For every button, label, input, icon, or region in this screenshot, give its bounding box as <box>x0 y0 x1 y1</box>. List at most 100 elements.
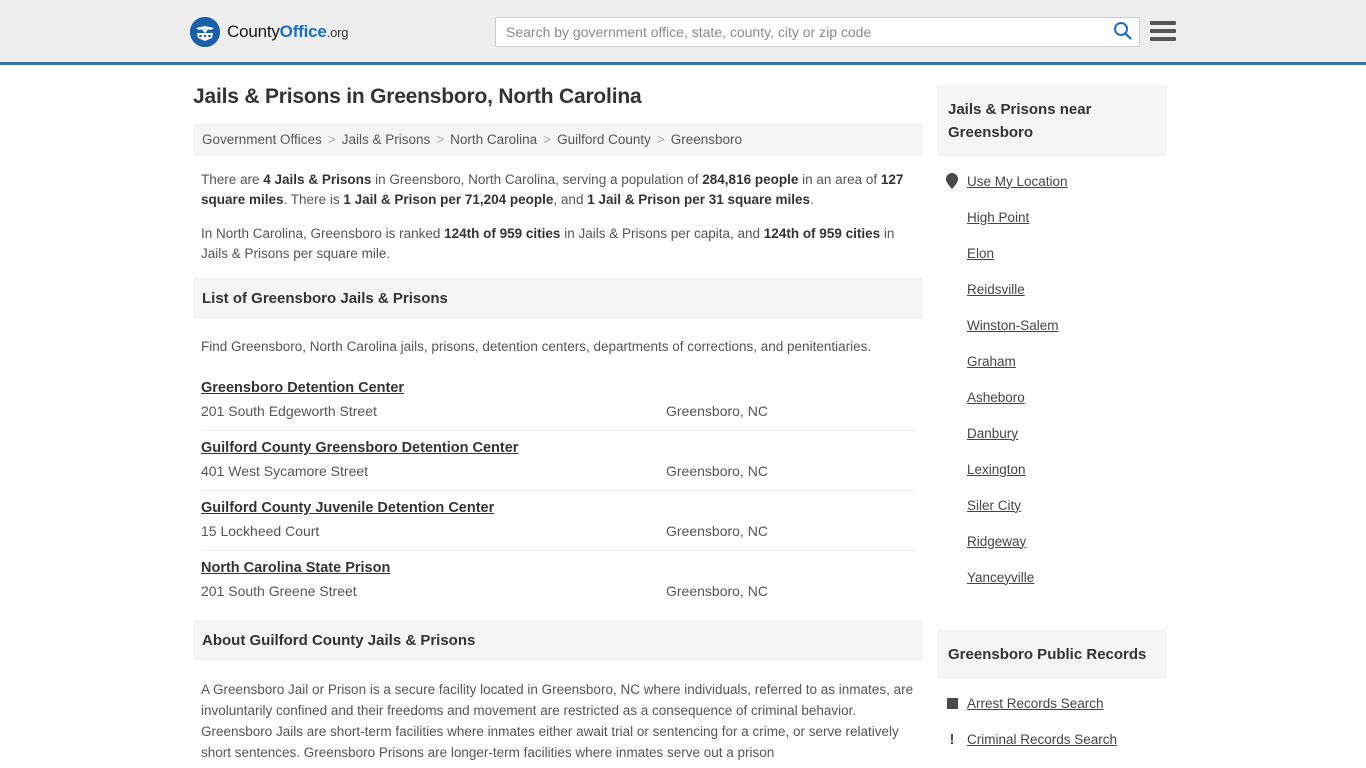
breadcrumb-link-government-offices[interactable]: Government Offices <box>202 132 322 147</box>
about-section-heading: About Guilford County Jails & Prisons <box>193 620 923 661</box>
sidebar-item-danbury[interactable]: Danbury <box>945 415 1167 451</box>
sidebar-item-label[interactable]: Lexington <box>967 462 1026 477</box>
site-logo-text: CountyOffice.org <box>227 22 348 42</box>
sidebar-item-label[interactable]: Asheboro <box>967 390 1025 405</box>
sidebar-item-ridgeway[interactable]: Ridgeway <box>945 523 1167 559</box>
stats-paragraph-1: There are 4 Jails & Prisons in Greensbor… <box>201 170 915 210</box>
sidebar-item-winston-salem[interactable]: Winston-Salem <box>945 307 1167 343</box>
sidebar-item-label[interactable]: Use My Location <box>967 174 1068 189</box>
listing-city: Greensboro, NC <box>666 463 768 479</box>
public-records-list: Arrest Records Search ! Criminal Records S… <box>937 679 1167 757</box>
sidebar-item-label[interactable]: Arrest Records Search <box>967 696 1104 711</box>
stats-p1-frag-2: in Greensboro, North Carolina, serving a… <box>371 172 703 187</box>
public-records-heading: Greensboro Public Records <box>937 630 1167 679</box>
sidebar: Jails & Prisons near Greensboro Use My L… <box>937 85 1167 757</box>
sidebar-item-siler-city[interactable]: Siler City <box>945 487 1167 523</box>
logo-text-org: .org <box>326 25 349 40</box>
listing-city: Greensboro, NC <box>666 403 768 419</box>
site-header: CountyOffice.org <box>0 0 1366 65</box>
hamburger-bar <box>1150 21 1176 25</box>
listing-detail-row: 15 Lockheed Court Greensboro, NC <box>201 523 915 539</box>
sidebar-item-graham[interactable]: Graham <box>945 343 1167 379</box>
stats-p2-frag-3: 124th of 959 cities <box>763 226 881 241</box>
sidebar-item-elon[interactable]: Elon <box>945 235 1167 271</box>
sidebar-item-label[interactable]: Elon <box>967 246 994 261</box>
map-pin-icon <box>945 173 959 189</box>
sidebar-item-use-my-location[interactable]: Use My Location <box>945 163 1167 199</box>
site-logo[interactable]: CountyOffice.org <box>190 17 348 47</box>
page-title: Jails & Prisons in Greensboro, North Car… <box>193 85 642 108</box>
search-button[interactable] <box>1105 18 1139 46</box>
breadcrumb-link-greensboro[interactable]: Greensboro <box>671 132 742 147</box>
logo-text-county: County <box>227 22 280 41</box>
statistics-section: There are 4 Jails & Prisons in Greensbor… <box>193 170 923 264</box>
stats-p2-frag-2: in Jails & Prisons per capita, and <box>560 226 764 241</box>
breadcrumb-link-north-carolina[interactable]: North Carolina <box>450 132 537 147</box>
stats-p1-frag-8: , and <box>553 192 588 207</box>
sidebar-item-criminal-records-search[interactable]: ! Criminal Records Search <box>945 721 1167 757</box>
stats-p1-frag-6: . There is <box>283 192 344 207</box>
listing-address: 201 South Edgeworth Street <box>201 403 377 419</box>
breadcrumb-link-guilford-county[interactable]: Guilford County <box>557 132 651 147</box>
sidebar-item-label[interactable]: Winston-Salem <box>967 318 1059 333</box>
hamburger-menu-icon[interactable] <box>1150 19 1176 43</box>
stats-p1-frag-4: in an area of <box>798 172 881 187</box>
listing-name-link[interactable]: Guilford County Greensboro Detention Cen… <box>201 440 518 456</box>
search-icon <box>1113 21 1132 43</box>
listing-name-link[interactable]: North Carolina State Prison <box>201 560 390 576</box>
main-content: Jails & Prisons in Greensboro, North Car… <box>193 85 923 763</box>
listing-detail-row: 401 West Sycamore Street Greensboro, NC <box>201 463 915 479</box>
sidebar-item-arrest-records-search[interactable]: Arrest Records Search <box>945 685 1167 721</box>
breadcrumb-separator: > <box>327 132 336 147</box>
breadcrumb-link-jails-prisons[interactable]: Jails & Prisons <box>342 132 431 147</box>
sidebar-item-lexington[interactable]: Lexington <box>945 451 1167 487</box>
sidebar-item-yanceyville[interactable]: Yanceyville <box>945 559 1167 595</box>
stats-p2-frag-1: 124th of 959 cities <box>444 226 561 241</box>
listing-item: Guilford County Juvenile Detention Cente… <box>201 491 915 551</box>
page-body: Jails & Prisons in Greensboro, North Car… <box>0 65 1366 763</box>
sidebar-item-label[interactable]: Criminal Records Search <box>967 732 1117 747</box>
stats-p1-frag-3: 284,816 people <box>702 172 799 187</box>
search-bar <box>495 17 1140 47</box>
listing-item: Greensboro Detention Center 201 South Edg… <box>201 371 915 431</box>
public-records-box: Greensboro Public Records Arrest Records… <box>937 630 1167 757</box>
listing-item: Guilford County Greensboro Detention Cen… <box>201 431 915 491</box>
sidebar-item-high-point[interactable]: High Point <box>945 199 1167 235</box>
nearby-cities-box: Jails & Prisons near Greensboro Use My L… <box>937 85 1167 595</box>
sidebar-item-label[interactable]: Graham <box>967 354 1016 369</box>
listing-name-link[interactable]: Greensboro Detention Center <box>201 380 404 396</box>
listing-address: 401 West Sycamore Street <box>201 463 369 479</box>
sidebar-item-label[interactable]: Reidsville <box>967 282 1025 297</box>
search-input[interactable] <box>496 18 1105 46</box>
stats-p1-frag-9: 1 Jail & Prison per 31 square miles <box>587 192 811 207</box>
sidebar-item-label[interactable]: Ridgeway <box>967 534 1026 549</box>
breadcrumb-separator: > <box>656 132 665 147</box>
eagle-shield-icon <box>190 17 220 47</box>
listing-name-link[interactable]: Guilford County Juvenile Detention Cente… <box>201 500 494 516</box>
listing-detail-row: 201 South Greene Street Greensboro, NC <box>201 583 915 599</box>
sidebar-item-asheboro[interactable]: Asheboro <box>945 379 1167 415</box>
stats-p1-frag-10: . <box>810 192 814 207</box>
stats-p2-frag-0: In North Carolina, Greensboro is ranked <box>201 226 445 241</box>
sidebar-item-label[interactable]: Danbury <box>967 426 1018 441</box>
hamburger-bar <box>1150 29 1176 33</box>
list-section-intro: Find Greensboro, North Carolina jails, p… <box>201 339 872 354</box>
list-section-heading: List of Greensboro Jails & Prisons <box>193 278 923 319</box>
stats-p1-frag-7: 1 Jail & Prison per 71,204 people <box>343 192 554 207</box>
listings-container: Greensboro Detention Center 201 South Edg… <box>193 371 923 610</box>
sidebar-item-reidsville[interactable]: Reidsville <box>945 271 1167 307</box>
fingerprint-square-icon <box>945 697 959 709</box>
listing-city: Greensboro, NC <box>666 583 768 599</box>
breadcrumb-separator: > <box>436 132 445 147</box>
listing-address: 15 Lockheed Court <box>201 523 320 539</box>
stats-paragraph-2: In North Carolina, Greensboro is ranked … <box>201 224 915 264</box>
sidebar-item-label[interactable]: Siler City <box>967 498 1021 513</box>
about-section-body: A Greensboro Jail or Prison is a secure … <box>201 682 914 760</box>
stats-p1-frag-0: There are <box>201 172 264 187</box>
listing-item: North Carolina State Prison 201 South Gre… <box>201 551 915 610</box>
stats-p1-frag-1: 4 Jails & Prisons <box>263 172 372 187</box>
sidebar-item-label[interactable]: Yanceyville <box>967 570 1034 585</box>
sidebar-item-label[interactable]: High Point <box>967 210 1029 225</box>
nearby-cities-list: Use My Location High Point Elon Reidsville W… <box>937 157 1167 595</box>
listing-detail-row: 201 South Edgeworth Street Greensboro, NC <box>201 403 915 419</box>
